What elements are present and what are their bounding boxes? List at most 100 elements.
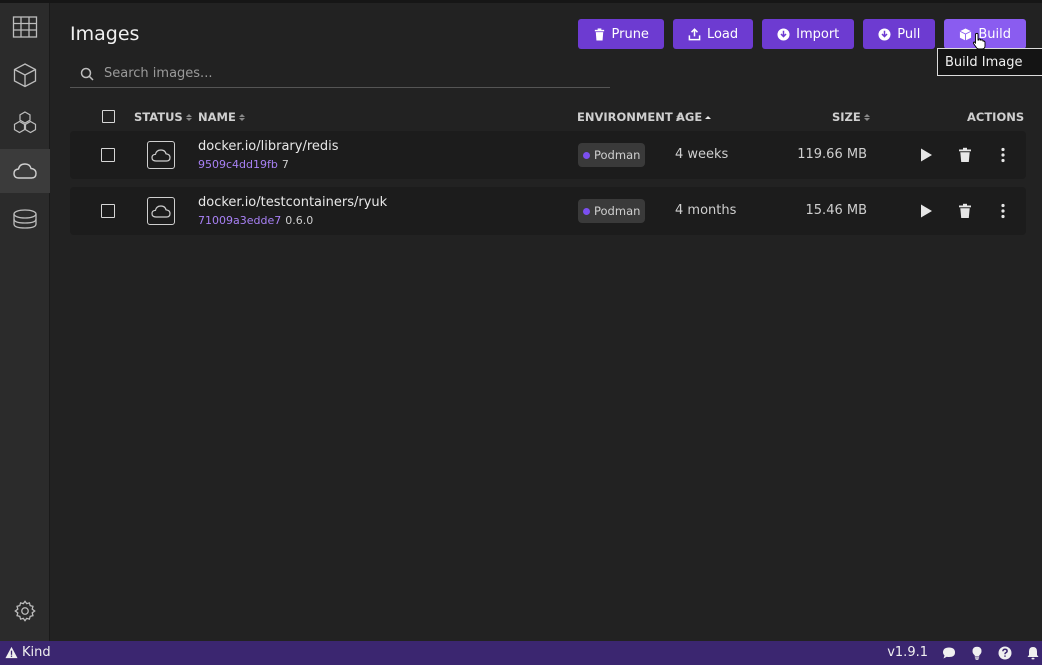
kebab-menu-icon [1001,147,1005,163]
header-actions: ACTIONS [967,110,1024,124]
trash-icon [959,147,971,162]
delete-image-button[interactable] [955,145,975,165]
header-age[interactable]: AGE [676,110,712,124]
play-icon [921,204,932,218]
image-age: 4 months [675,203,737,218]
search-bar [70,60,610,88]
checkbox-box [101,204,115,218]
dashboard-icon [12,16,38,38]
chat-icon[interactable] [942,646,956,660]
app-window: Images Prune Load Import Pull Build Sear… [0,0,1042,665]
build-tooltip: Build Image [937,48,1042,76]
image-id-tag: 9509c4dd19fb 7 [198,158,289,171]
search-icon [80,67,94,81]
mouse-cursor-icon [972,32,986,50]
select-all-checkbox[interactable] [102,110,115,123]
sort-icon [185,113,192,121]
environment-dot-icon [583,207,590,215]
sidebar-item-volumes[interactable] [0,197,50,241]
checkbox-box [102,110,115,123]
cube-icon [960,27,972,41]
environment-dot-icon [583,151,590,159]
image-status-icon [147,141,175,169]
sidebar-item-dashboard[interactable] [0,5,50,49]
table-row[interactable]: docker.io/library/redis 9509c4dd19fb 7 Po… [70,131,1026,179]
download-circle-icon [777,27,790,41]
sidebar-item-pods[interactable] [0,101,50,145]
image-name[interactable]: docker.io/testcontainers/ryuk [198,195,387,210]
import-button[interactable]: Import [762,19,855,49]
lightbulb-icon[interactable] [970,646,984,660]
download-circle-icon [878,27,891,41]
more-options-button[interactable] [993,201,1013,221]
more-options-button[interactable] [993,145,1013,165]
environment-label: Podman [594,148,641,162]
version-label[interactable]: v1.9.1 [887,645,928,660]
status-bar: Kind v1.9.1 [0,641,1042,665]
load-button[interactable]: Load [672,19,754,49]
environment-badge: Podman [578,143,646,167]
upload-icon [688,27,701,40]
status-bar-right: v1.9.1 [887,645,1040,660]
container-cube-icon [13,63,37,88]
prune-button[interactable]: Prune [577,19,664,49]
image-id-tag: 71009a3edde7 0.6.0 [198,214,313,227]
header-status-label: STATUS [134,110,183,124]
image-size: 119.66 MB [797,147,867,162]
image-status-icon [147,197,175,225]
header-environment[interactable]: ENVIRONMENT [577,110,682,124]
sidebar-item-containers[interactable] [0,53,50,97]
table-row[interactable]: docker.io/testcontainers/ryuk 71009a3edd… [70,187,1026,235]
warning-icon [5,646,18,659]
kind-status[interactable]: Kind [5,645,51,660]
main-content: Images Prune Load Import Pull Build Sear… [51,3,1042,641]
header-size[interactable]: SIZE [832,110,870,124]
header-age-label: AGE [676,110,703,124]
image-id[interactable]: 9509c4dd19fb [198,158,278,171]
toolbar: Prune Load Import Pull Build [577,19,1026,49]
row-checkbox[interactable] [101,148,115,162]
checkbox-box [101,148,115,162]
run-image-button[interactable] [916,201,936,221]
sidebar-item-images[interactable] [0,149,50,193]
delete-image-button[interactable] [955,201,975,221]
bell-icon[interactable] [1026,646,1040,660]
pull-button-label: Pull [897,26,921,42]
sidebar [0,3,50,641]
image-name[interactable]: docker.io/library/redis [198,139,339,154]
header-size-label: SIZE [832,110,861,124]
header-environment-label: ENVIRONMENT [577,110,673,124]
sort-icon [863,113,870,121]
load-button-label: Load [706,26,739,42]
environment-label: Podman [594,204,641,218]
settings-button[interactable] [0,589,50,633]
play-icon [921,148,932,162]
pods-icon [13,111,37,134]
help-icon[interactable] [998,646,1012,660]
header-actions-label: ACTIONS [967,110,1025,124]
page-title: Images [70,23,140,45]
table-header: STATUS NAME ENVIRONMENT AGE SIZE ACTIONS [70,107,1026,127]
row-checkbox[interactable] [101,204,115,218]
cloud-images-icon [13,163,37,179]
sort-icon [238,113,245,121]
sort-ascending-icon [705,115,712,119]
search-input[interactable] [104,66,584,81]
gear-icon [14,600,36,622]
header-name-label: NAME [198,110,236,124]
volume-icon [13,209,37,229]
image-age: 4 weeks [675,147,729,162]
header-name[interactable]: NAME [198,110,245,124]
pull-button[interactable]: Pull [863,19,936,49]
image-id[interactable]: 71009a3edde7 [198,214,281,227]
image-tag: 7 [281,158,289,171]
environment-badge: Podman [578,199,646,223]
cloud-icon [151,149,171,162]
header-status[interactable]: STATUS [134,110,192,124]
run-image-button[interactable] [916,145,936,165]
trash-icon [959,203,971,218]
import-button-label: Import [796,26,840,42]
kebab-menu-icon [1001,203,1005,219]
prune-button-label: Prune [611,26,649,42]
trash-icon [594,27,604,41]
